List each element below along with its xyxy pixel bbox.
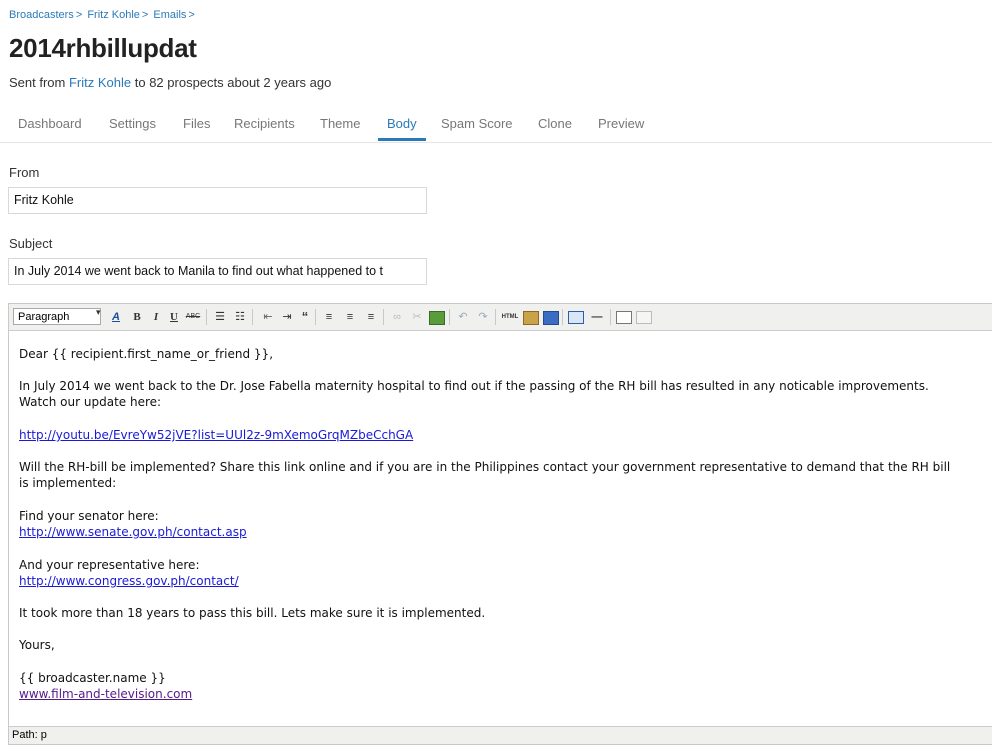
preview-icon[interactable] (636, 311, 652, 324)
greeting-text: Dear {{ recipient.first_name_or_friend }… (19, 347, 274, 361)
breadcrumb: Broadcasters > Fritz Kohle > Emails > (9, 9, 197, 21)
toolbar-divider (315, 309, 316, 325)
tab-bar: Dashboard Settings Files Recipients Them… (0, 112, 992, 143)
toolbar-divider (562, 309, 563, 325)
senator-link[interactable]: http://www.senate.gov.ph/contact.asp (19, 525, 247, 539)
editor-toolbar: Paragraph ▾ A B I U ABC ☰ ☷ ⇤ ⇥ “ ≡ ≡ ≡ … (9, 304, 992, 331)
body-text: Find your senator here: (19, 509, 159, 523)
italic-icon[interactable]: I (150, 309, 162, 325)
toolbar-divider (610, 309, 611, 325)
breadcrumb-separator: > (75, 9, 83, 21)
youtube-link[interactable]: http://youtu.be/EvreYw52jVE?list=UUl2z-9… (19, 428, 413, 442)
toolbar-divider (383, 309, 384, 325)
body-text: In July 2014 we went back to the Dr. Jos… (19, 379, 929, 393)
unlink-icon[interactable]: ✂ (409, 309, 425, 325)
sent-suffix: to 82 prospects about 2 years ago (134, 75, 332, 90)
redo-icon[interactable]: ↷ (475, 309, 491, 325)
bold-icon[interactable]: B (131, 309, 143, 325)
sent-prefix: Sent from (9, 75, 66, 90)
underline-icon[interactable]: U (168, 309, 180, 325)
editor-content[interactable]: Dear {{ recipient.first_name_or_friend }… (9, 331, 992, 727)
align-right-icon[interactable]: ≡ (363, 309, 379, 325)
tab-spam-score[interactable]: Spam Score (441, 116, 513, 131)
chevron-down-icon[interactable]: ▾ (96, 307, 101, 318)
body-text: Yours, (19, 638, 55, 652)
toolbar-divider (449, 309, 450, 325)
page-title: 2014rhbillupdat (9, 33, 197, 63)
toolbar-divider (206, 309, 207, 325)
body-text: It took more than 18 years to pass this … (19, 606, 486, 620)
toolbar-divider (252, 309, 253, 325)
rich-text-editor: Paragraph ▾ A B I U ABC ☰ ☷ ⇤ ⇥ “ ≡ ≡ ≡ … (8, 303, 992, 745)
paste-text-icon[interactable] (523, 311, 539, 325)
tab-theme[interactable]: Theme (320, 116, 360, 131)
from-label: From (9, 165, 40, 180)
blockquote-icon[interactable]: “ (298, 309, 312, 325)
sent-info: Sent from Fritz Kohle to 82 prospects ab… (9, 75, 331, 90)
outdent-icon[interactable]: ⇤ (260, 309, 276, 325)
tab-files[interactable]: Files (183, 116, 210, 131)
breadcrumb-separator: > (141, 9, 149, 21)
numbered-list-icon[interactable]: ☷ (232, 309, 248, 325)
subject-field[interactable]: In July 2014 we went back to Manila to f… (8, 258, 427, 285)
toolbar-divider (495, 309, 496, 325)
sender-link[interactable]: Fritz Kohle (69, 75, 131, 90)
website-link[interactable]: www.film-and-television.com (19, 687, 192, 701)
breadcrumb-broadcasters[interactable]: Broadcasters (9, 9, 74, 21)
tab-body[interactable]: Body (378, 116, 426, 141)
breadcrumb-fritz-kohle[interactable]: Fritz Kohle (87, 9, 140, 21)
tab-settings[interactable]: Settings (109, 116, 156, 131)
edit-icon[interactable] (616, 311, 632, 324)
signature-name: {{ broadcaster.name }} (19, 671, 166, 685)
breadcrumb-emails[interactable]: Emails (153, 9, 186, 21)
table-icon[interactable] (568, 311, 584, 324)
paste-word-icon[interactable] (543, 311, 559, 325)
tab-preview[interactable]: Preview (598, 116, 644, 131)
representative-link[interactable]: http://www.congress.gov.ph/contact/ (19, 574, 239, 588)
body-text: is implemented: (19, 476, 117, 490)
font-color-icon[interactable]: A (109, 309, 123, 325)
body-text: Watch our update here: (19, 395, 162, 409)
align-left-icon[interactable]: ≡ (321, 309, 337, 325)
bullet-list-icon[interactable]: ☰ (212, 309, 228, 325)
align-center-icon[interactable]: ≡ (342, 309, 358, 325)
undo-icon[interactable]: ↶ (455, 309, 471, 325)
breadcrumb-separator: > (188, 9, 195, 21)
body-text: And your representative here: (19, 558, 200, 572)
link-icon[interactable]: ∞ (389, 309, 405, 325)
body-text: Will the RH-bill be implemented? Share t… (19, 460, 951, 474)
html-source-icon[interactable]: HTML (500, 309, 520, 325)
tab-clone[interactable]: Clone (538, 116, 572, 131)
subject-label: Subject (9, 236, 53, 251)
indent-icon[interactable]: ⇥ (279, 309, 295, 325)
strikethrough-icon[interactable]: ABC (185, 309, 201, 325)
from-field[interactable]: Fritz Kohle (8, 187, 427, 214)
format-select[interactable]: Paragraph (13, 308, 101, 325)
editor-status-path: Path: p (9, 726, 992, 744)
tab-dashboard[interactable]: Dashboard (18, 116, 82, 131)
tab-recipients[interactable]: Recipients (234, 116, 295, 131)
horizontal-rule-icon[interactable]: — (589, 309, 605, 325)
image-icon[interactable] (429, 311, 445, 325)
